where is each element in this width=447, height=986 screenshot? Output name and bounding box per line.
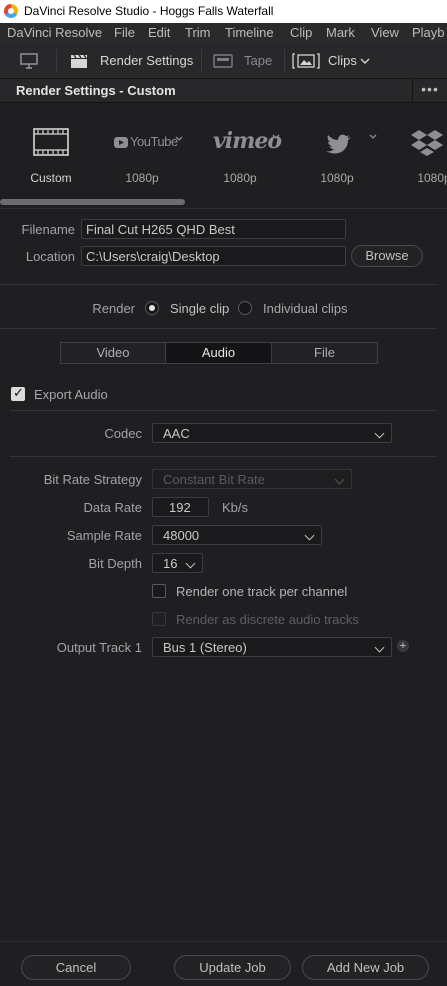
preset-vimeo[interactable]: vimeo 1080p	[195, 104, 285, 204]
menu-davinci-resolve[interactable]: DaVinci Resolve	[7, 25, 102, 40]
single-clip-radio[interactable]	[145, 301, 159, 315]
preset-youtube[interactable]: YouTube 1080p	[97, 104, 187, 204]
discrete-audio-tracks-checkbox	[152, 612, 166, 626]
location-field[interactable]: C:\Users\craig\Desktop	[81, 246, 346, 266]
tab-file[interactable]: File	[271, 342, 378, 364]
footer-divider	[0, 941, 447, 942]
tape-button[interactable]: Tape	[244, 53, 272, 68]
film-icon	[33, 128, 69, 156]
preset-label: 1080p	[320, 171, 354, 185]
window-title: DaVinci Resolve Studio - Hoggs Falls Wat…	[24, 4, 274, 18]
filename-field[interactable]: Final Cut H265 QHD Best	[81, 219, 346, 239]
preset-dropbox[interactable]: 1080p	[389, 104, 447, 204]
more-options-button[interactable]: •••	[412, 79, 447, 103]
export-audio-checkbox[interactable]	[11, 385, 25, 401]
add-new-job-button[interactable]: Add New Job	[302, 955, 429, 980]
menu-view[interactable]: View	[371, 25, 399, 40]
tab-video[interactable]: Video	[60, 342, 166, 364]
bit-depth-value: 16	[163, 556, 178, 571]
vimeo-logo-icon: vimeo	[213, 128, 282, 154]
render-settings-button[interactable]: Render Settings	[100, 53, 193, 68]
preset-label: 1080p	[125, 171, 159, 185]
panel-title: Render Settings - Custom	[16, 83, 176, 98]
cancel-button[interactable]: Cancel	[21, 955, 131, 980]
browse-button[interactable]: Browse	[351, 245, 423, 267]
twitter-bird-icon	[326, 134, 377, 154]
menu-trim[interactable]: Trim	[185, 25, 211, 40]
chevron-down-icon	[374, 428, 385, 439]
menu-clip[interactable]: Clip	[290, 25, 312, 40]
output-track-value: Bus 1 (Stereo)	[163, 640, 247, 655]
output-track-dropdown[interactable]: Bus 1 (Stereo)	[152, 637, 392, 657]
menu-bar: DaVinci Resolve File Edit Trim Timeline …	[0, 23, 447, 43]
sample-rate-label: Sample Rate	[66, 528, 142, 543]
sample-rate-dropdown[interactable]: 48000	[152, 525, 322, 545]
presets-scrollbar[interactable]	[0, 199, 185, 205]
data-rate-unit: Kb/s	[222, 500, 249, 515]
menu-mark[interactable]: Mark	[326, 25, 355, 40]
panel-header: Render Settings - Custom •••	[0, 79, 447, 103]
one-track-per-channel-label[interactable]: Render one track per channel	[176, 584, 347, 599]
dropbox-icon	[411, 130, 443, 156]
tape-icon	[213, 54, 233, 68]
toolbar: Render Settings Tape Clips	[0, 43, 447, 79]
render-presets: Custom YouTube 1080p vimeo 1080p 1080p 1…	[0, 104, 447, 204]
codec-dropdown[interactable]: AAC	[152, 423, 392, 443]
preset-label: Custom	[30, 171, 72, 185]
chevron-down-icon[interactable]	[360, 58, 370, 65]
filename-label: Filename	[21, 222, 75, 237]
update-job-button[interactable]: Update Job	[174, 955, 291, 980]
window-title-bar: DaVinci Resolve Studio - Hoggs Falls Wat…	[0, 0, 447, 23]
menu-timeline[interactable]: Timeline	[225, 25, 274, 40]
tab-audio[interactable]: Audio	[165, 342, 272, 364]
bit-depth-label: Bit Depth	[88, 556, 142, 571]
location-label: Location	[25, 249, 75, 264]
chevron-down-icon	[374, 642, 385, 653]
individual-clips-label[interactable]: Individual clips	[263, 301, 348, 316]
davinci-logo-icon	[4, 4, 18, 18]
add-output-track-icon[interactable]: +	[397, 640, 409, 652]
output-track-label: Output Track 1	[56, 640, 142, 655]
preset-label: 1080p	[223, 171, 257, 185]
one-track-per-channel-checkbox[interactable]	[152, 584, 166, 598]
discrete-audio-tracks-label: Render as discrete audio tracks	[176, 612, 359, 627]
preset-twitter[interactable]: 1080p	[292, 104, 382, 204]
bit-rate-strategy-dropdown: Constant Bit Rate	[152, 469, 352, 489]
preset-label: 1080p	[417, 171, 447, 185]
menu-playback[interactable]: Playb	[412, 25, 445, 40]
single-clip-label[interactable]: Single clip	[170, 301, 229, 316]
chevron-down-icon	[304, 530, 315, 541]
export-audio-label[interactable]: Export Audio	[34, 387, 108, 402]
menu-edit[interactable]: Edit	[148, 25, 170, 40]
menu-file[interactable]: File	[114, 25, 135, 40]
chevron-down-icon	[334, 474, 345, 485]
bit-rate-strategy-label: Bit Rate Strategy	[43, 472, 142, 487]
render-label: Render	[92, 301, 135, 316]
individual-clips-radio[interactable]	[238, 301, 252, 315]
clips-button[interactable]: Clips	[328, 53, 357, 68]
chevron-down-icon	[185, 558, 196, 569]
data-rate-field[interactable]: 192	[152, 497, 209, 517]
bit-depth-dropdown[interactable]: 16	[152, 553, 203, 573]
codec-value: AAC	[163, 426, 190, 441]
sample-rate-value: 48000	[163, 528, 200, 543]
monitor-icon[interactable]	[20, 53, 38, 69]
bit-rate-strategy-value: Constant Bit Rate	[163, 472, 265, 487]
youtube-logo-icon: YouTube	[97, 126, 187, 160]
codec-label: Codec	[104, 426, 142, 441]
preset-custom[interactable]: Custom	[6, 104, 96, 204]
clips-filmstrip-icon	[292, 53, 320, 69]
clapperboard-icon	[71, 54, 87, 68]
data-rate-label: Data Rate	[83, 500, 142, 515]
